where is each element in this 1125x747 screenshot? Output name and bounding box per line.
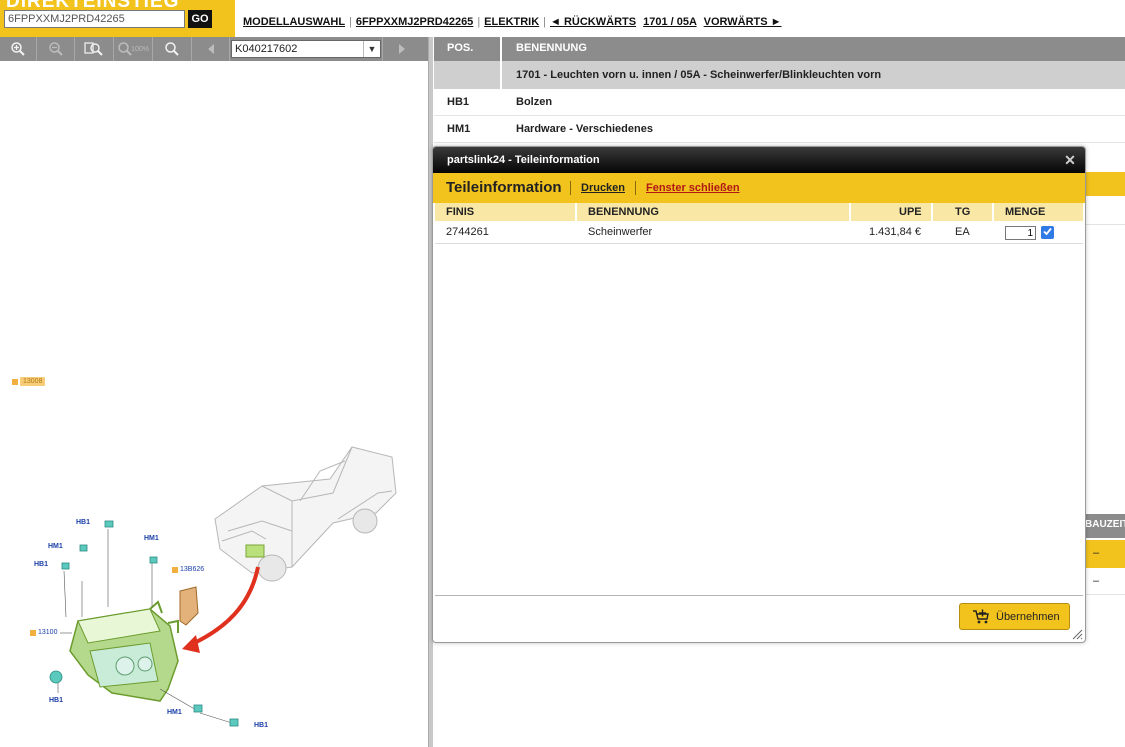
column-header-name: BENENNUNG: [588, 206, 659, 218]
divider: [435, 595, 1083, 596]
select-part-checkbox[interactable]: [1041, 226, 1054, 239]
part-unit: EA: [955, 226, 970, 238]
chevron-down-icon: ▼: [363, 41, 380, 57]
zoom-100-label: 100%: [131, 45, 149, 53]
zoom-out-icon: [48, 42, 63, 56]
close-icon[interactable]: ✕: [1063, 153, 1077, 167]
resize-grip-icon[interactable]: [1071, 628, 1083, 640]
back-link[interactable]: ◄ RÜCKWÄRTS: [550, 16, 636, 28]
part-info-dialog: partslink24 - Teileinformation ✕ Teilein…: [432, 146, 1086, 643]
column-divider: [575, 203, 577, 221]
bauzeit-value: –: [1085, 568, 1125, 595]
vehicle-illustration: [214, 446, 397, 582]
headlamp-illustration: [49, 520, 239, 727]
close-window-link[interactable]: Fenster schließen: [646, 182, 740, 194]
drawing-select-value: K040217602: [235, 43, 298, 55]
drawing-toolbar: 100% K040217602 ▼: [0, 37, 430, 61]
callout-hb1[interactable]: HB1: [254, 722, 268, 729]
column-header-pos: POS.: [434, 37, 502, 61]
go-button[interactable]: GO: [188, 10, 212, 28]
callout-13100[interactable]: 13100: [30, 629, 57, 636]
add-to-cart-icon: [972, 609, 990, 625]
part-info-table-header: FINIS BENENNUNG UPE TG MENGE: [435, 203, 1083, 221]
divider: [635, 181, 636, 195]
exploded-view-drawing[interactable]: 13008 HB1 HM1 HB1 HM1 13B626 13100 HB1 H…: [0, 61, 428, 747]
callout-hb1[interactable]: HB1: [34, 561, 48, 568]
callout-hm1[interactable]: HM1: [167, 709, 182, 716]
app-window: DIREKTEINSTIEG GO MODELLAUSWAHL | 6FPPXXMJ…: [0, 0, 1125, 747]
column-header-upe: UPE: [899, 206, 922, 218]
callout-13b626[interactable]: 13B626: [172, 566, 204, 573]
column-header-tg: TG: [955, 206, 971, 218]
caret-right-icon: [398, 44, 405, 54]
callout-marker: [30, 629, 36, 636]
column-header-finis: FINIS: [446, 206, 475, 218]
callout-hm1[interactable]: HM1: [144, 535, 159, 542]
table-row: 2744261 Scheinwerfer 1.431,84 € EA: [435, 221, 1083, 244]
table-row[interactable]: HM1 Hardware - Verschiedenes: [434, 116, 1125, 143]
table-group-row: 1701 - Leuchten vorn u. innen / 05A - Sc…: [434, 61, 1125, 89]
dialog-subheader: Teileinformation Drucken Fenster schließ…: [433, 173, 1085, 203]
forward-link[interactable]: VORWÄRTS ►: [704, 16, 782, 28]
breadcrumb-separator: |: [349, 16, 352, 28]
zoom-out-button[interactable]: [37, 37, 75, 61]
caret-left-icon: [207, 44, 214, 54]
search-icon: [165, 42, 179, 56]
dialog-heading: Teileinformation: [446, 179, 562, 196]
zoom-100-button[interactable]: 100%: [114, 37, 153, 61]
parts-table-header: POS. BENENNUNG: [434, 37, 1125, 61]
part-finis: 2744261: [446, 226, 489, 238]
vin-input[interactable]: [4, 10, 185, 28]
column-header-quantity: MENGE: [1005, 206, 1046, 218]
row-pos: HM1: [447, 123, 471, 135]
column-header-bauzeit: BAUZEIT: [1085, 514, 1125, 538]
part-price: 1.431,84 €: [869, 226, 921, 238]
column-divider: [931, 203, 933, 221]
row-divider: [1085, 224, 1125, 225]
breadcrumb-vin[interactable]: 6FPPXXMJ2PRD42265: [356, 16, 473, 28]
column-divider: [992, 203, 994, 221]
callout-hm1[interactable]: HM1: [48, 543, 63, 550]
direct-entry-panel: DIREKTEINSTIEG GO: [0, 0, 235, 37]
row-name: Bolzen: [516, 96, 553, 108]
zoom-in-button[interactable]: [0, 37, 37, 61]
column-divider: [849, 203, 851, 221]
callout-arrow: [189, 566, 260, 647]
next-drawing-button[interactable]: [382, 37, 420, 61]
breadcrumb-model-selection[interactable]: MODELLAUSWAHL: [243, 16, 345, 28]
drawing-select[interactable]: K040217602 ▼: [231, 40, 381, 58]
zoom-in-icon: [11, 42, 25, 56]
page-indicator-link[interactable]: 1701 / 05A: [643, 16, 696, 28]
callout-marker: [172, 566, 178, 573]
callout-hb1[interactable]: HB1: [49, 697, 63, 704]
parts-table: POS. BENENNUNG 1701 - Leuchten vorn u. i…: [434, 37, 1125, 143]
search-button[interactable]: [153, 37, 192, 61]
divider: [570, 181, 571, 195]
group-title: 1701 - Leuchten vorn u. innen / 05A - Sc…: [516, 69, 882, 81]
zoom-fit-icon: [84, 42, 103, 56]
print-link[interactable]: Drucken: [581, 182, 625, 194]
parts-illustration: [49, 446, 397, 727]
breadcrumb-category[interactable]: ELEKTRIK: [484, 16, 539, 28]
checkmark-icon: [1043, 227, 1052, 236]
dialog-title: partslink24 - Teileinformation: [447, 154, 600, 166]
breadcrumb-separator: |: [477, 16, 481, 28]
table-row[interactable]: HB1 Bolzen: [434, 89, 1125, 116]
bauzeit-value: –: [1085, 540, 1125, 568]
dialog-titlebar[interactable]: partslink24 - Teileinformation ✕: [433, 147, 1085, 173]
quantity-input[interactable]: [1005, 226, 1036, 240]
apply-button[interactable]: Übernehmen: [959, 603, 1070, 630]
selected-row-highlight: [1085, 172, 1125, 196]
part-name: Scheinwerfer: [588, 226, 653, 238]
breadcrumb-separator: |: [543, 16, 547, 28]
breadcrumb: MODELLAUSWAHL | 6FPPXXMJ2PRD42265 | ELEKTRIK…: [243, 16, 782, 30]
row-pos: HB1: [447, 96, 470, 108]
column-header-name: BENENNUNG: [516, 42, 587, 54]
zoom-fit-button[interactable]: [75, 37, 114, 61]
previous-drawing-button[interactable]: [192, 37, 230, 61]
callout-hb1[interactable]: HB1: [76, 519, 90, 526]
apply-button-label: Übernehmen: [996, 610, 1060, 623]
row-name: Hardware - Verschiedenes: [516, 123, 653, 135]
